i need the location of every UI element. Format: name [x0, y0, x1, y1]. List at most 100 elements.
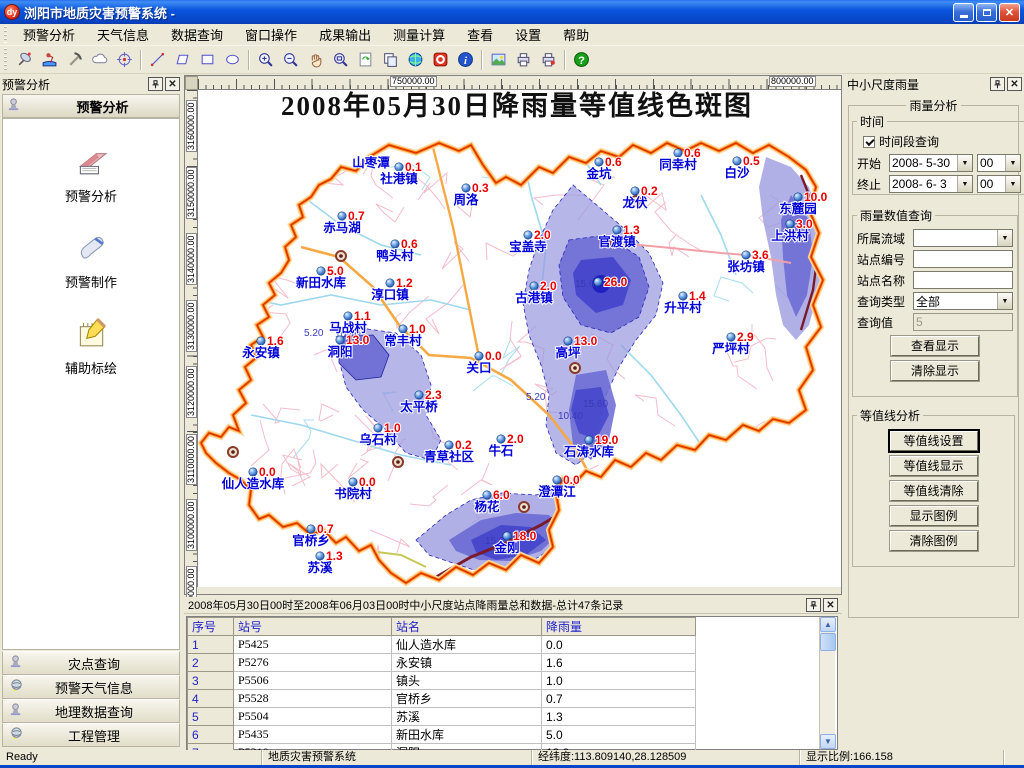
close-icon[interactable]: ✕: [823, 598, 838, 612]
close-button[interactable]: ✕: [999, 3, 1020, 22]
map-canvas[interactable]: 5.2010.4015.605.2015.6010.4015.62008年05月…: [198, 90, 841, 587]
start-hour-combo[interactable]: 00▼: [977, 154, 1021, 172]
pin-icon[interactable]: [990, 77, 1005, 91]
radar-icon[interactable]: [13, 48, 36, 71]
scroll-down-icon[interactable]: ▼: [820, 734, 836, 749]
close-icon[interactable]: ✕: [1007, 77, 1022, 91]
print-icon[interactable]: [512, 48, 535, 71]
menu-item-5[interactable]: 测量计算: [382, 23, 456, 46]
cell-seq: 4: [188, 690, 234, 708]
zoom-select-icon[interactable]: [329, 48, 352, 71]
draw-line-icon[interactable]: [146, 48, 169, 71]
globe-icon[interactable]: [404, 48, 427, 71]
chevron-down-icon[interactable]: ▼: [957, 155, 972, 171]
target-icon[interactable]: [113, 48, 136, 71]
restore-button[interactable]: [976, 3, 997, 22]
query-button-1[interactable]: 清除显示: [891, 361, 979, 381]
table-panel-titlebar: 2008年05月30日00时至2008年06月03日00时中小尺度站点降雨量总和…: [184, 597, 842, 614]
right-dock-title: 中小尺度雨量: [847, 76, 988, 93]
svg-text:社港镇: 社港镇: [379, 171, 418, 186]
menu-item-4[interactable]: 成果输出: [308, 23, 382, 46]
time-group: 时间 时间段查询 开始 2008- 5-30▼ 00▼ 终止 2008- 6- …: [852, 113, 1024, 195]
info-icon[interactable]: i: [454, 48, 477, 71]
export-image-icon[interactable]: [487, 48, 510, 71]
menu-item-1[interactable]: 天气信息: [86, 23, 160, 46]
copy-view-icon[interactable]: [379, 48, 402, 71]
chevron-down-icon[interactable]: ▼: [1005, 155, 1020, 171]
tool-button-1[interactable]: 预警制作: [65, 229, 117, 291]
stop-icon[interactable]: [429, 48, 452, 71]
end-hour-combo[interactable]: 00▼: [977, 175, 1021, 193]
sidebar-item-3[interactable]: 工程管理: [2, 723, 180, 747]
rainfall-contour-map[interactable]: 5.2010.4015.605.2015.6010.4015.62008年05月…: [198, 90, 841, 587]
chevron-down-icon[interactable]: ▼: [997, 293, 1012, 309]
close-icon[interactable]: ✕: [165, 77, 180, 91]
field-input-2[interactable]: [913, 271, 1013, 289]
column-header-1[interactable]: 站号: [234, 618, 392, 636]
contour-button-0[interactable]: 等值线设置: [890, 431, 978, 451]
query-button-0[interactable]: 查看显示: [891, 336, 979, 356]
column-header-2[interactable]: 站名: [392, 618, 542, 636]
field-select-0[interactable]: ▼: [913, 229, 1013, 247]
print-setup-icon[interactable]: [537, 48, 560, 71]
contour-button-1[interactable]: 等值线显示: [890, 456, 978, 476]
draw-ellipse-icon[interactable]: [221, 48, 244, 71]
start-date-combo[interactable]: 2008- 5-30▼: [889, 154, 973, 172]
scroll-up-icon[interactable]: ▲: [820, 617, 836, 632]
time-range-checkbox[interactable]: [863, 136, 875, 148]
sidebar-item-1[interactable]: 预警天气信息: [2, 675, 180, 699]
column-header-3[interactable]: 降雨量: [542, 618, 696, 636]
rainfall-table[interactable]: 序号站号站名降雨量 1P5425仙人造水库0.02P5276永安镇1.63P55…: [187, 617, 696, 750]
cell-station-id: P5435: [234, 726, 392, 744]
table-row[interactable]: 5P5504苏溪1.3: [188, 708, 696, 726]
svg-text:杨花: 杨花: [474, 499, 500, 514]
chevron-down-icon[interactable]: ▼: [997, 230, 1012, 246]
table-row[interactable]: 1P5425仙人造水库0.0: [188, 636, 696, 654]
field-input-1[interactable]: [913, 250, 1013, 268]
sidebar-item-2[interactable]: 地理数据查询: [2, 699, 180, 723]
table-row[interactable]: 6P5435新田水库5.0: [188, 726, 696, 744]
table-row[interactable]: 2P5276永安镇1.6: [188, 654, 696, 672]
menu-item-0[interactable]: 预警分析: [12, 23, 86, 46]
menu-item-2[interactable]: 数据查询: [160, 23, 234, 46]
svg-text:金刚: 金刚: [493, 540, 519, 555]
chevron-down-icon[interactable]: ▼: [957, 176, 972, 192]
pin-icon[interactable]: [806, 598, 821, 612]
zoom-in-icon[interactable]: [254, 48, 277, 71]
help-icon[interactable]: ?: [570, 48, 593, 71]
sidebar-item-0[interactable]: 灾点查询: [2, 651, 180, 675]
scroll-thumb[interactable]: [820, 633, 836, 651]
svg-text:i: i: [464, 56, 467, 67]
weather-cloud-icon[interactable]: [88, 48, 111, 71]
table-row[interactable]: 4P5528官桥乡0.7: [188, 690, 696, 708]
menu-item-8[interactable]: 帮助: [552, 23, 600, 46]
zoom-out-icon[interactable]: [279, 48, 302, 71]
pin-icon[interactable]: [148, 77, 163, 91]
menu-item-6[interactable]: 查看: [456, 23, 504, 46]
draw-rectangle-icon[interactable]: [196, 48, 219, 71]
table-scrollbar[interactable]: ▲ ▼: [819, 617, 835, 749]
menubar-grip[interactable]: [2, 26, 10, 43]
menu-item-3[interactable]: 窗口操作: [234, 23, 308, 46]
field-select-3[interactable]: 全部▼: [913, 292, 1013, 310]
contour-button-3[interactable]: 显示图例: [890, 506, 978, 526]
survey-pick-icon[interactable]: [63, 48, 86, 71]
pan-hand-icon[interactable]: [304, 48, 327, 71]
tool-button-0[interactable]: 预警分析: [65, 143, 117, 205]
draw-polygon-icon[interactable]: [171, 48, 194, 71]
menu-item-7[interactable]: 设置: [504, 23, 552, 46]
disaster-point-icon[interactable]: [38, 48, 61, 71]
column-header-0[interactable]: 序号: [188, 618, 234, 636]
contour-button-4[interactable]: 清除图例: [890, 531, 978, 551]
end-date-combo[interactable]: 2008- 6- 3▼: [889, 175, 973, 193]
refresh-view-icon[interactable]: [354, 48, 377, 71]
table-panel-title: 2008年05月30日00时至2008年06月03日00时中小尺度站点降雨量总和…: [188, 597, 804, 613]
contour-button-2[interactable]: 等值线清除: [890, 481, 978, 501]
tool-button-2[interactable]: 辅助标绘: [65, 315, 117, 377]
chevron-down-icon[interactable]: ▼: [1005, 176, 1020, 192]
status-bar: Ready 地质灾害预警系统 经纬度:113.809140,28.128509 …: [0, 750, 1024, 765]
table-row[interactable]: 3P5506镇头1.0: [188, 672, 696, 690]
svg-text:青草社区: 青草社区: [424, 449, 475, 464]
toolbar-grip[interactable]: [2, 48, 10, 71]
minimize-button[interactable]: [953, 3, 974, 22]
